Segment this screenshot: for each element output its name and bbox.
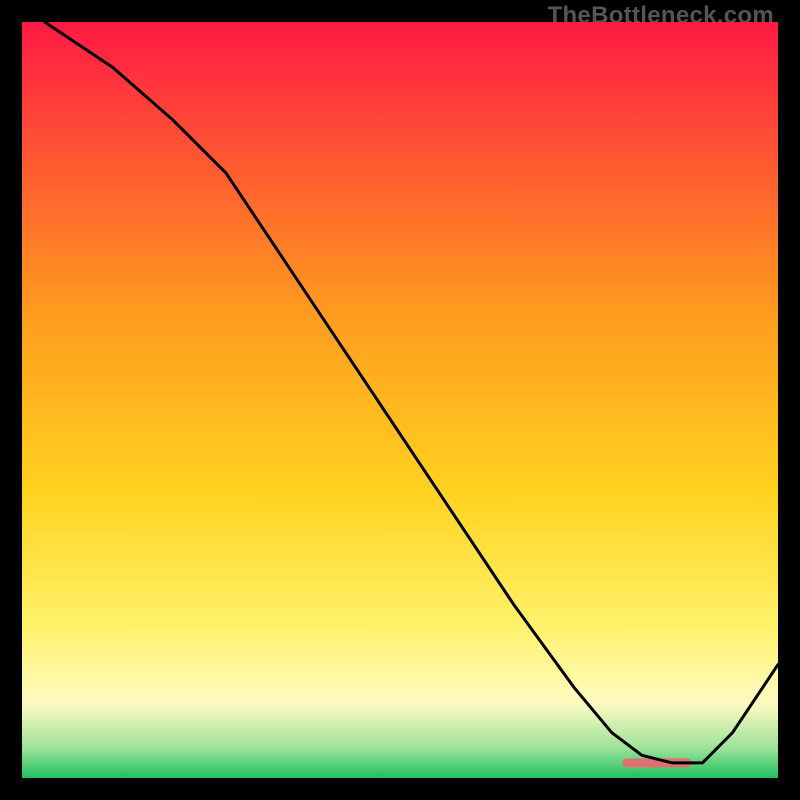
plot-svg [22, 22, 778, 778]
plot-area [22, 22, 778, 778]
chart-frame: TheBottleneck.com [0, 0, 800, 800]
